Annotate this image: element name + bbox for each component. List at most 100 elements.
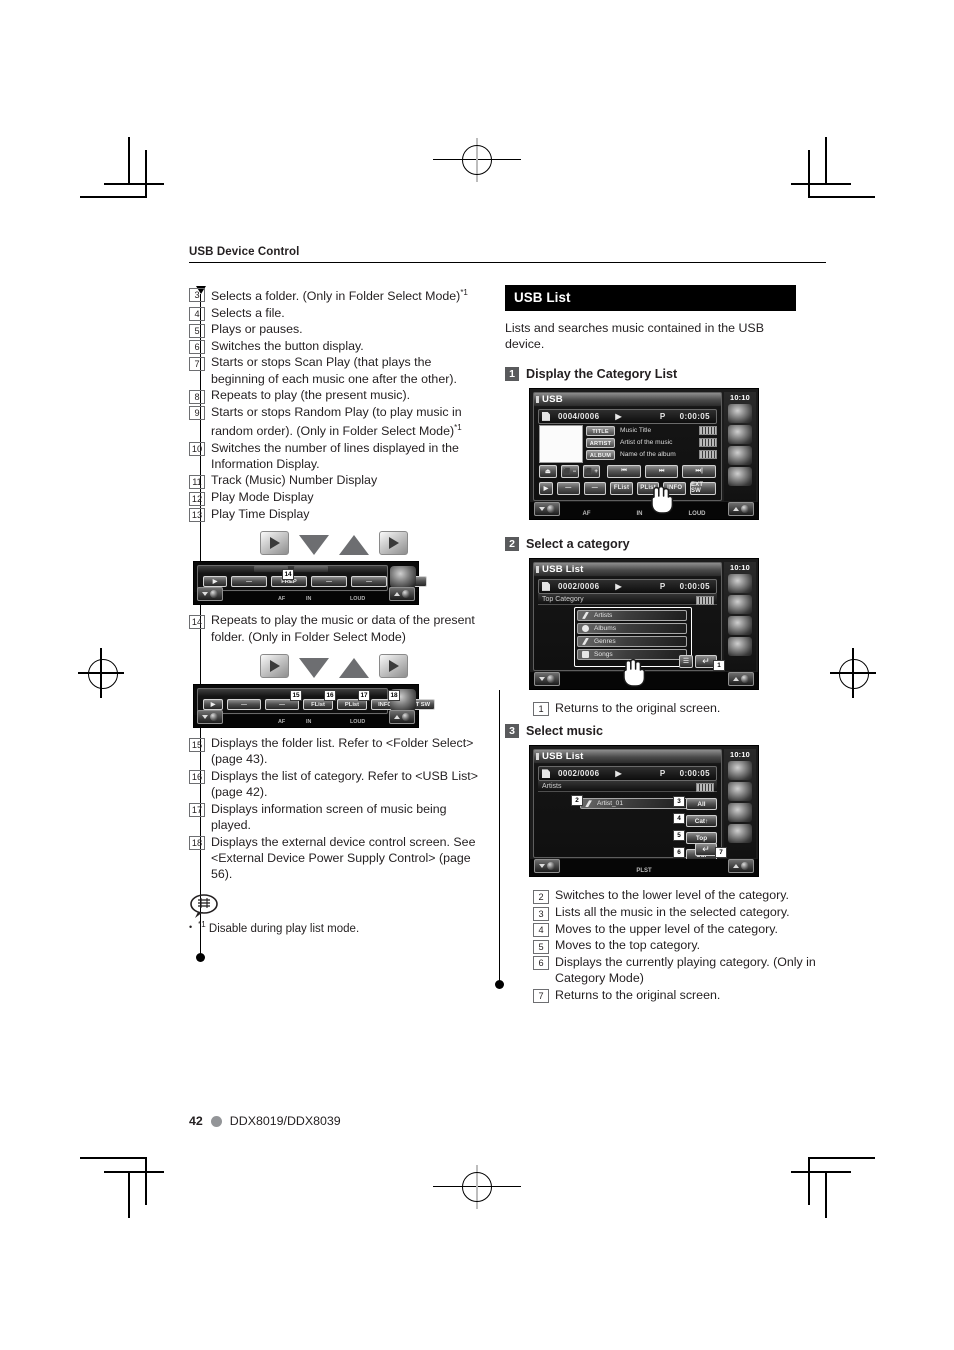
callout-number: 5: [533, 939, 549, 954]
music-list: Artist_01: [580, 798, 688, 810]
scroll-indicator[interactable]: [699, 438, 717, 448]
callout-6-cur: 6: [673, 847, 685, 859]
previous-track-button[interactable]: ⏮: [607, 464, 641, 478]
list-item-text: Repeats to play (the present music).: [211, 388, 411, 403]
source-icon-1[interactable]: [728, 573, 752, 593]
list-item: 14 Repeats to play the music or data of t…: [189, 612, 479, 645]
list-item-text: Returns to the original screen.: [555, 987, 721, 1002]
device-bottom-bar: AF IN LOUD: [530, 501, 758, 519]
page-footer: 42 DDX8019/DDX8039: [189, 1114, 341, 1128]
source-icon-2[interactable]: [728, 782, 752, 802]
scroll-indicator[interactable]: [699, 450, 717, 460]
list-item: 4 Selects a file.: [189, 305, 479, 322]
volume-down-knob[interactable]: [197, 587, 223, 602]
source-icon-1[interactable]: [728, 403, 752, 423]
footnote-marker: *1: [198, 919, 206, 929]
eject-button[interactable]: ⏏: [539, 464, 557, 478]
list-item-text: Plays or pauses.: [211, 322, 303, 337]
running-head: USB Device Control: [189, 246, 826, 263]
tag-row-title: TITLE Music Title: [586, 425, 717, 436]
strip-button[interactable]: ▶: [203, 576, 227, 588]
section-intro: Lists and searches music contained in th…: [505, 321, 764, 352]
list-item: 7 Returns to the original screen.: [533, 987, 826, 1004]
side-button-cat-up[interactable]: Cat↑: [686, 815, 717, 828]
list-item: 1 Returns to the original screen.: [533, 700, 826, 717]
crop-mark: [80, 196, 147, 198]
strip-button[interactable]: ▶: [203, 699, 223, 711]
scroll-indicator[interactable]: [699, 426, 717, 436]
control-description-list-3: 15 Displays the folder list. Refer to <Fo…: [189, 735, 479, 883]
play-icon: [260, 654, 289, 679]
tag-button-title[interactable]: TITLE: [586, 425, 615, 436]
list-item: 7 Starts or stops Scan Play (that plays t…: [189, 354, 479, 387]
step-number: 3: [505, 724, 519, 739]
artist-icon: [585, 800, 592, 808]
next-track-button[interactable]: ⏭: [644, 464, 679, 478]
source-icon-4[interactable]: [728, 466, 752, 486]
source-icon-2[interactable]: [728, 424, 752, 444]
tag-button-album[interactable]: ALBUM: [586, 449, 615, 460]
category-item-albums[interactable]: Albums: [577, 622, 687, 634]
play-status-icon: ▶: [615, 411, 622, 421]
genre-icon: [582, 637, 589, 645]
callout-3-all: 3: [673, 796, 685, 808]
function-button-blank-1[interactable]: —: [557, 481, 580, 495]
category-list: Artists Albums Genres Songs: [577, 609, 687, 660]
scroll-indicator[interactable]: [696, 595, 714, 605]
triangle-down-icon: [299, 535, 329, 556]
folder-down-button[interactable]: ⬛ −: [560, 464, 579, 478]
return-button[interactable]: ↵: [695, 843, 717, 857]
scroll-indicator[interactable]: [696, 783, 714, 793]
volume-down-knob[interactable]: [534, 671, 560, 686]
source-icon-4[interactable]: [728, 636, 752, 656]
crop-mark: [825, 137, 827, 183]
category-item-genres[interactable]: Genres: [577, 635, 687, 647]
label-in: IN: [306, 719, 312, 726]
strip-button[interactable]: —: [227, 699, 261, 711]
side-button-all[interactable]: All: [686, 798, 717, 811]
tag-button-artist[interactable]: ARTIST: [586, 437, 615, 448]
info-bar: 0002/0006 ▶ P 0:00:05: [538, 766, 717, 782]
function-button-flist[interactable]: FList: [610, 481, 633, 495]
left-column: 3 Selects a folder. (Only in Folder Selec…: [189, 285, 479, 935]
volume-down-knob[interactable]: [197, 710, 223, 725]
folder-up-button[interactable]: ⬛ +: [582, 464, 601, 478]
function-button-extsw[interactable]: EXT SW: [689, 481, 717, 495]
volume-up-knob[interactable]: [389, 710, 415, 725]
source-icon-2[interactable]: [728, 594, 752, 614]
track-number: 0004/0006: [558, 411, 600, 421]
strip-button[interactable]: —: [351, 576, 387, 588]
source-icon-3[interactable]: [728, 615, 752, 635]
source-icon-4[interactable]: [728, 824, 752, 844]
list-item-text: Returns to the original screen.: [555, 700, 721, 715]
device-screen-category-list: USB List 0002/0006 ▶ P 0:00:05 Top Categ…: [529, 557, 759, 690]
strip-button[interactable]: —: [231, 576, 267, 588]
triangle-down-icon: [299, 658, 329, 679]
category-item-artists[interactable]: Artists: [577, 609, 687, 621]
list-item: 3 Selects a folder. (Only in Folder Selec…: [189, 285, 479, 305]
source-icon-3[interactable]: [728, 445, 752, 465]
strip-button[interactable]: —: [311, 576, 347, 588]
device-main-area: USB List 0002/0006 ▶ P 0:00:05 Top Categ…: [533, 561, 722, 671]
list-toggle-button[interactable]: ☰: [679, 654, 693, 668]
device-main-area: USB 0004/0006 ▶ P 0:00:05 TITLE Music Ti…: [533, 391, 722, 501]
function-button-blank-2[interactable]: —: [583, 481, 607, 495]
play-pause-button[interactable]: ⏭|: [682, 464, 717, 478]
callout-number: 9: [189, 406, 205, 421]
step-label: Select music: [526, 724, 604, 739]
info-bar: 0004/0006 ▶ P 0:00:05: [538, 408, 717, 424]
volume-up-knob[interactable]: [389, 587, 415, 602]
callout-number: 11: [189, 475, 205, 490]
list-item: 4 Moves to the upper level of the categor…: [533, 921, 826, 938]
list-item: 13 Play Time Display: [189, 506, 479, 523]
label-loud: LOUD: [350, 719, 366, 726]
list-item-text: Displays the currently playing category.…: [555, 954, 816, 986]
function-button-play[interactable]: ▶: [539, 481, 554, 495]
callout-number: 7: [189, 356, 205, 371]
volume-up-knob[interactable]: [728, 671, 754, 686]
source-icon-1[interactable]: [728, 761, 752, 781]
music-list-item[interactable]: Artist_01: [580, 798, 688, 810]
running-head-title: USB Device Control: [189, 246, 300, 258]
column-rule-dot-left: [196, 953, 205, 962]
source-icon-3[interactable]: [728, 803, 752, 823]
